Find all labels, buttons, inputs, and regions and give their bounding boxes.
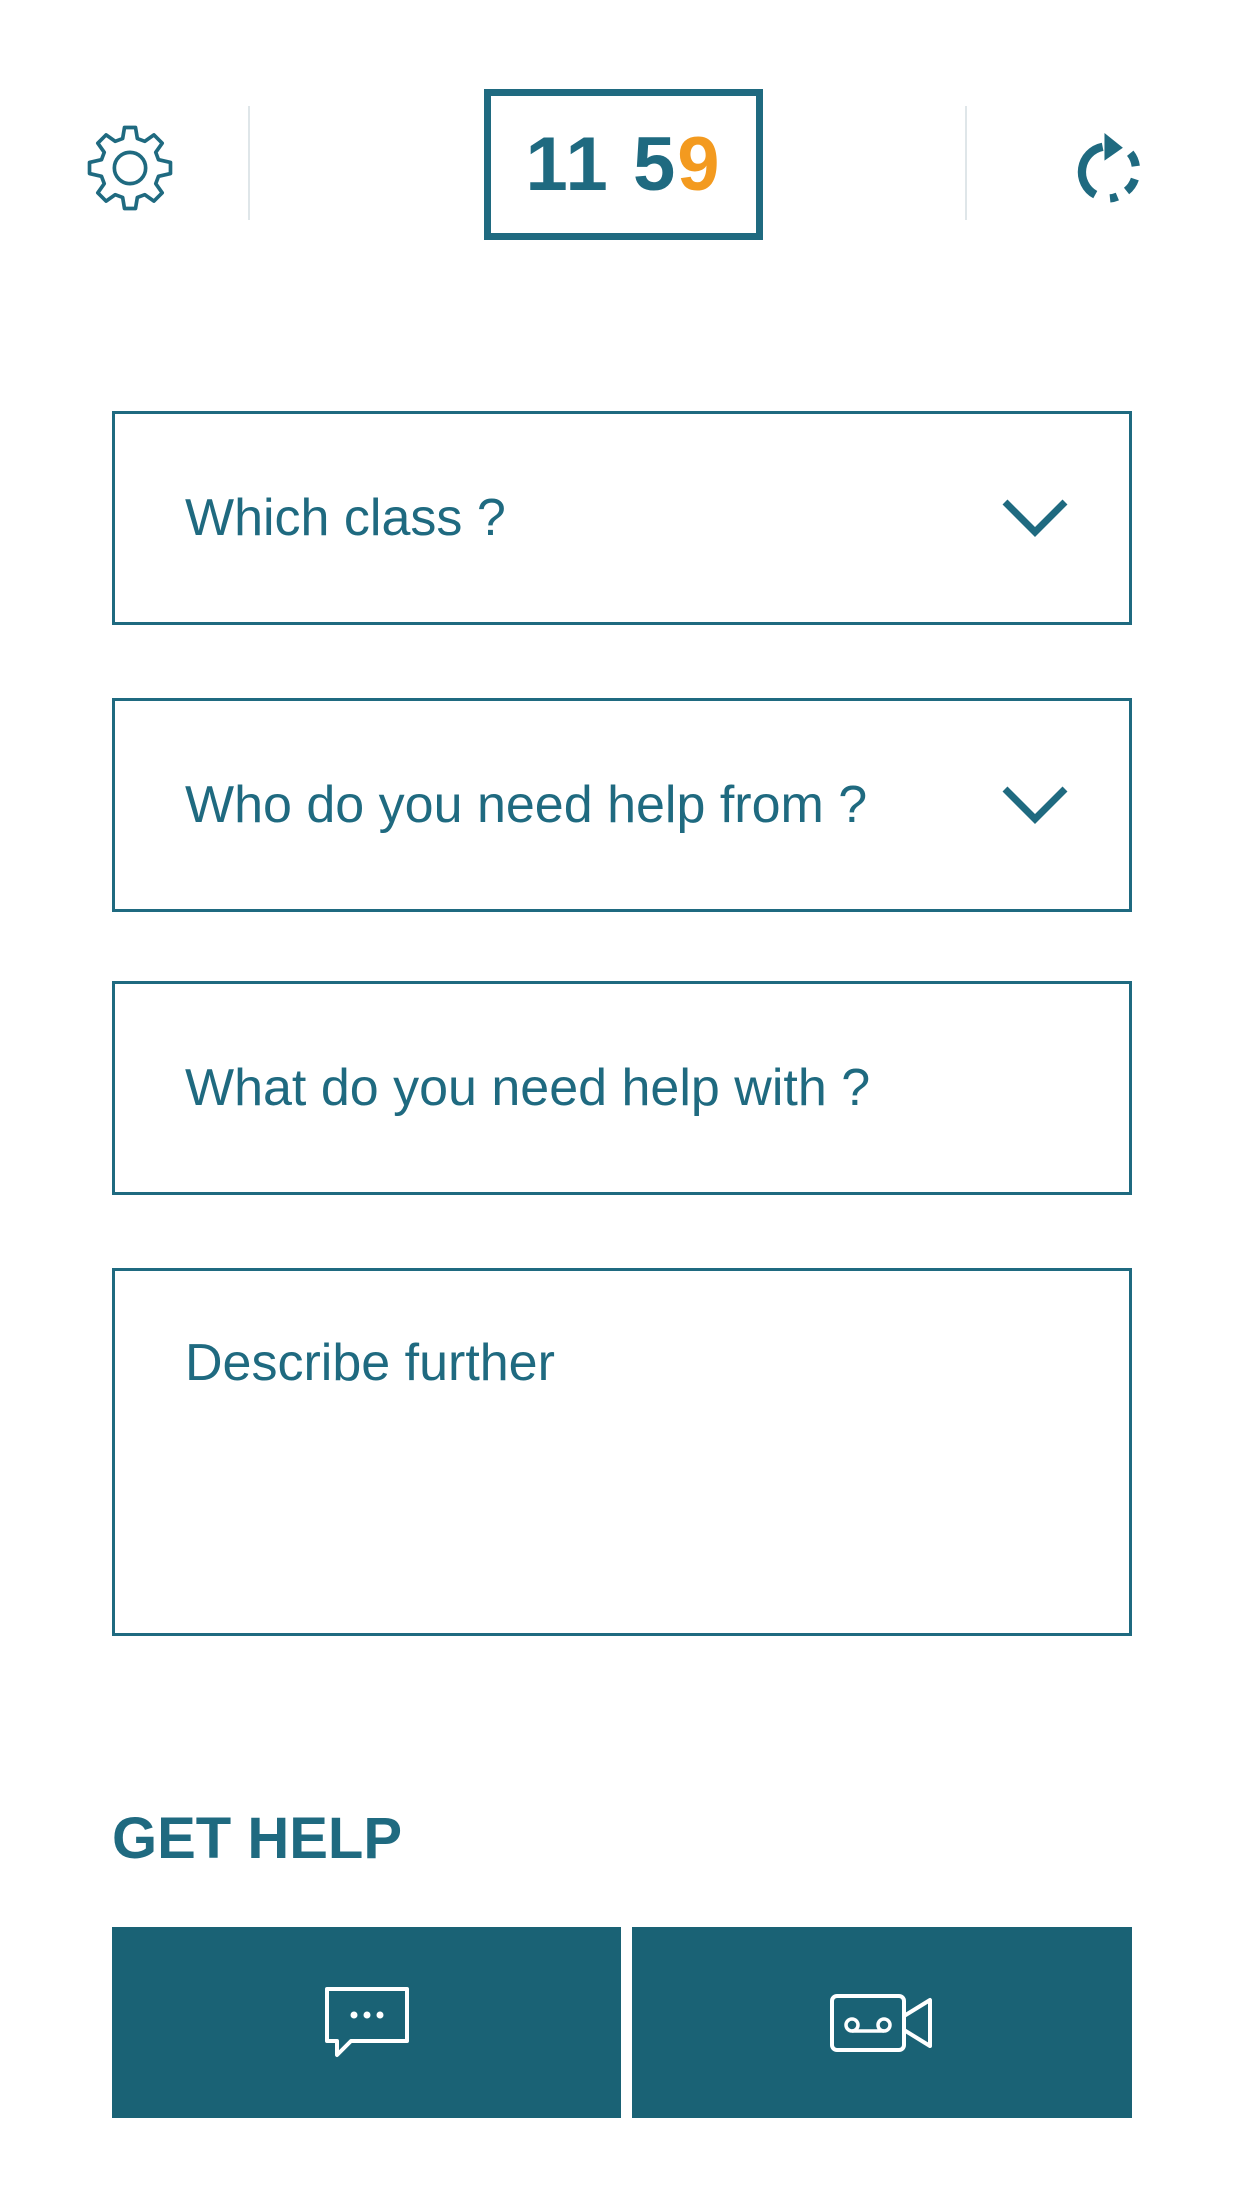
- chat-bubble-icon: [324, 1986, 409, 2057]
- video-help-button[interactable]: [632, 1927, 1132, 2118]
- settings-button[interactable]: [80, 118, 180, 218]
- chevron-down-icon: [1002, 786, 1068, 824]
- logo-text-part2: 9: [677, 121, 722, 207]
- get-help-title: GET HELP: [112, 1806, 403, 1871]
- logo-text-part1: 11 5: [525, 121, 678, 207]
- helper-select[interactable]: Who do you need help from ?: [112, 698, 1132, 912]
- class-select[interactable]: Which class ?: [112, 411, 1132, 625]
- header-divider-left: [248, 106, 250, 220]
- help-topic-input[interactable]: What do you need help with ?: [112, 981, 1132, 1195]
- header: 11 59: [0, 0, 1242, 250]
- get-help-screen: 11 59 Which class ? Who do you need help…: [0, 0, 1242, 2208]
- help-topic-placeholder: What do you need help with ?: [185, 1059, 871, 1117]
- helper-select-label: Who do you need help from ?: [185, 776, 868, 834]
- class-select-label: Which class ?: [185, 489, 506, 547]
- gear-icon: [87, 125, 173, 211]
- refresh-button[interactable]: [1060, 118, 1160, 218]
- header-divider-right: [965, 106, 967, 220]
- chat-help-button[interactable]: [112, 1927, 621, 2118]
- refresh-icon: [1077, 133, 1140, 203]
- app-logo: 11 59: [484, 89, 763, 240]
- video-camera-icon: [830, 1993, 932, 2052]
- describe-further-placeholder: Describe further: [185, 1334, 555, 1392]
- chevron-down-icon: [1002, 499, 1068, 537]
- describe-further-textarea[interactable]: Describe further: [112, 1268, 1132, 1636]
